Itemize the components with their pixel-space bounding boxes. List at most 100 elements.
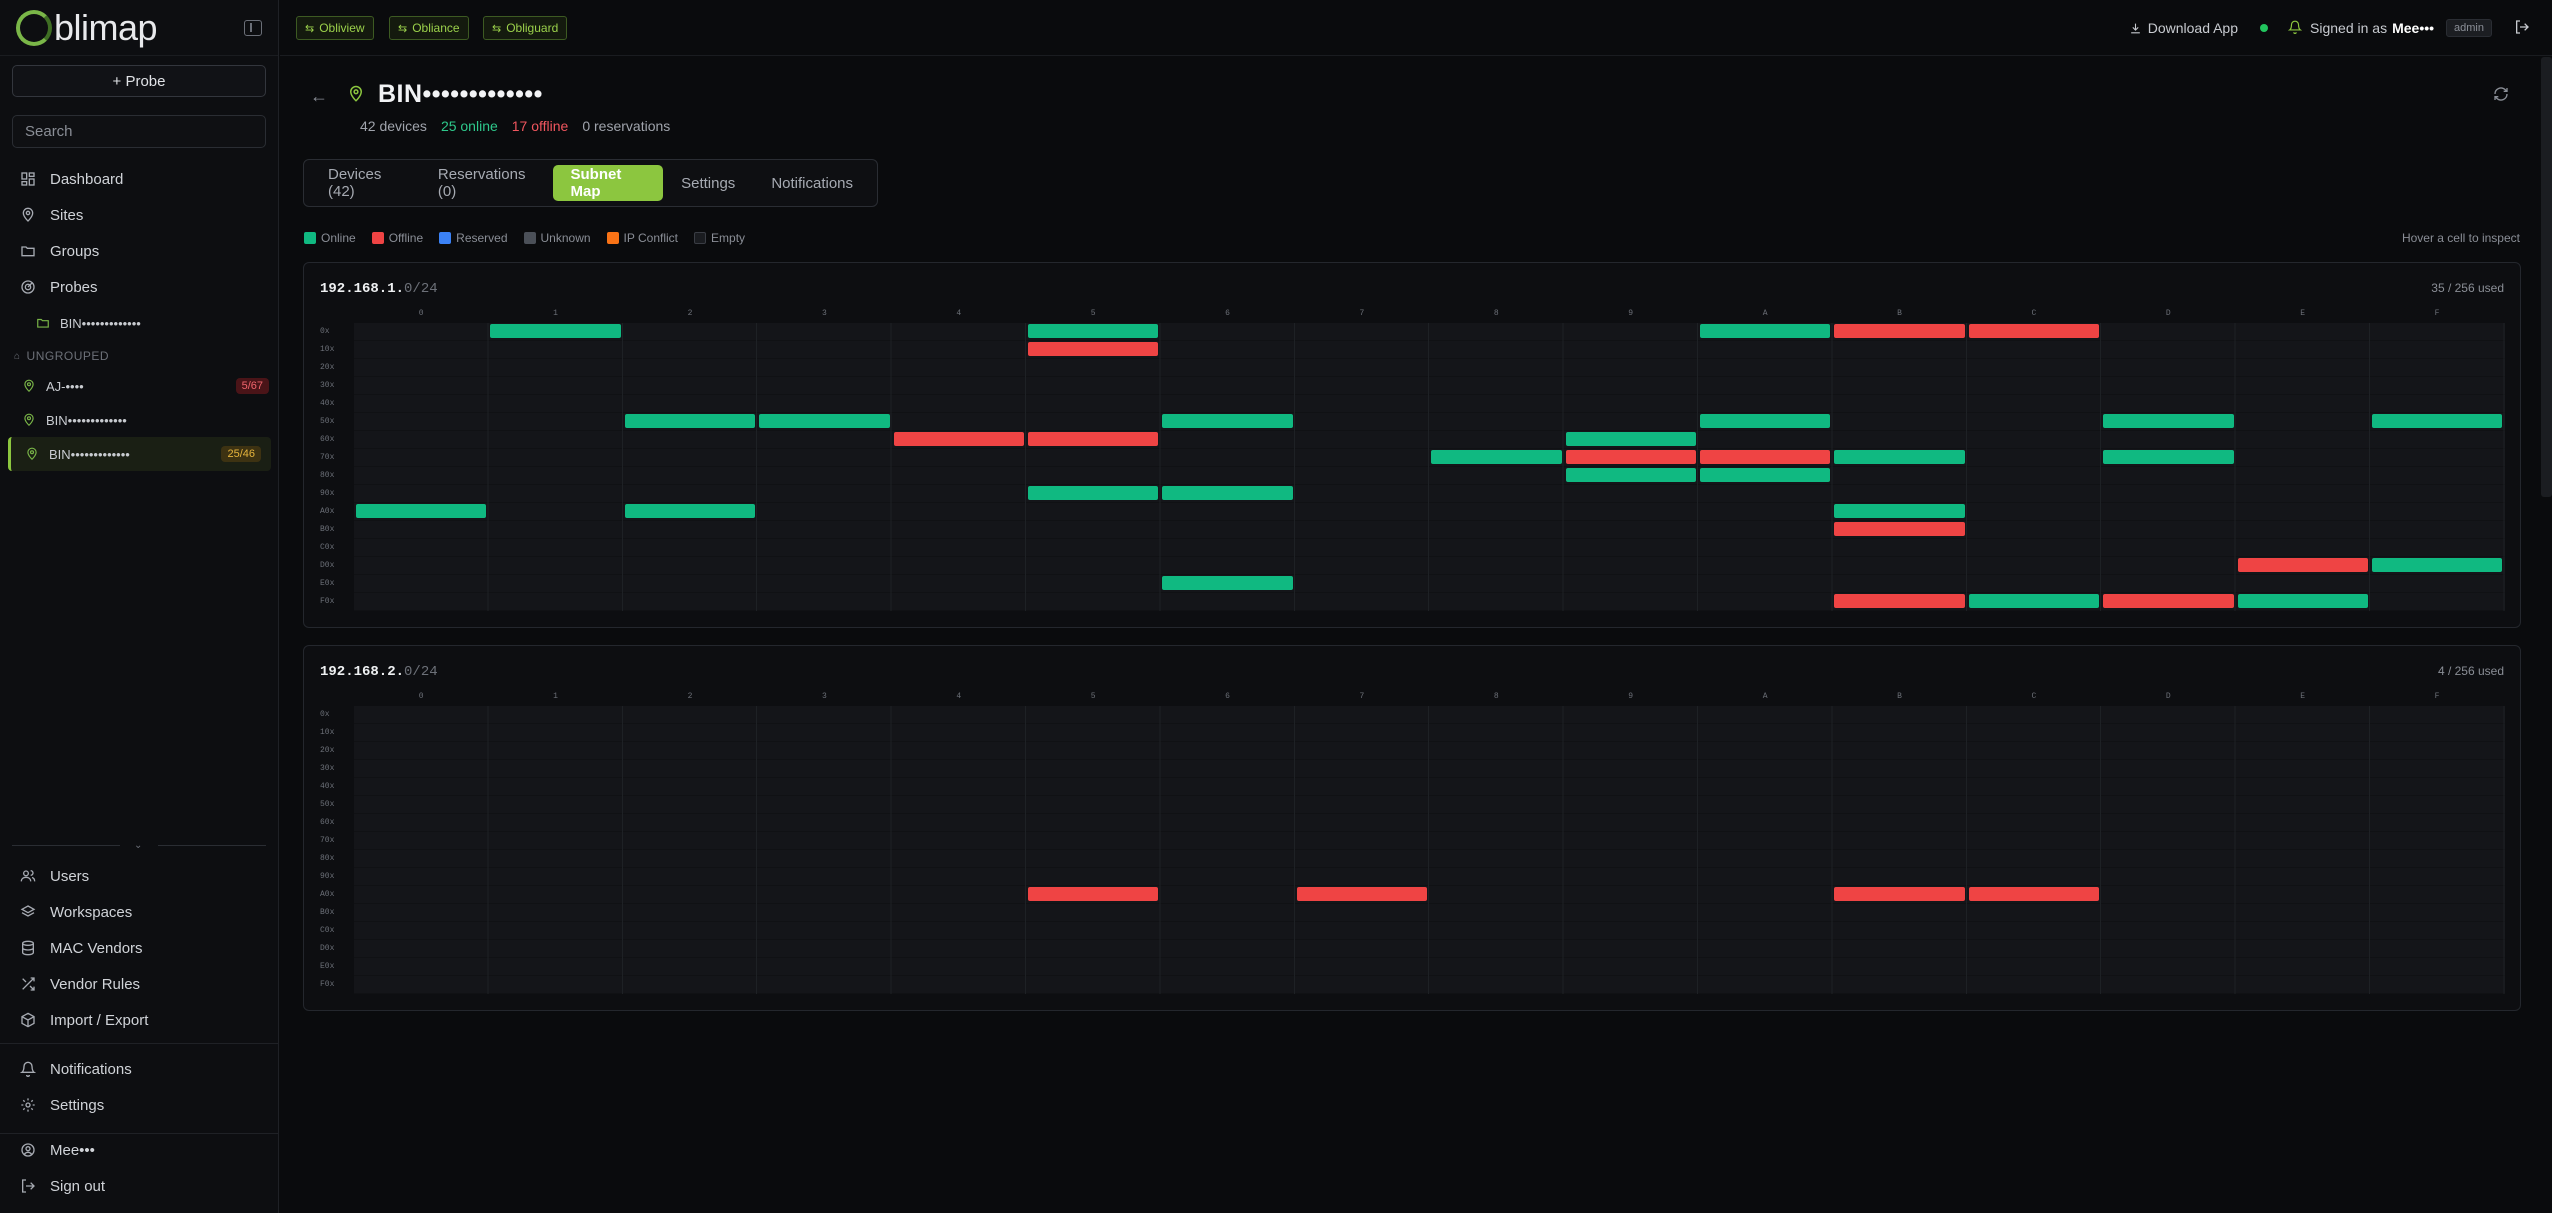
nav-vendor-rules[interactable]: Vendor Rules bbox=[0, 966, 279, 1002]
ip-cell-offline[interactable] bbox=[1968, 887, 2100, 901]
tab-subnet-map[interactable]: Subnet Map bbox=[552, 165, 664, 201]
refresh-icon[interactable] bbox=[2493, 86, 2509, 102]
app-switch-obliview[interactable]: ⇆ Obliview bbox=[296, 16, 374, 40]
add-probe-button[interactable]: + Probe bbox=[12, 65, 266, 97]
ip-cell-online[interactable] bbox=[1968, 594, 2100, 608]
ip-cell-online[interactable] bbox=[624, 504, 756, 518]
logo-o-icon bbox=[16, 9, 52, 46]
back-arrow-icon[interactable]: ← bbox=[310, 86, 328, 107]
nav-account[interactable]: Mee••• bbox=[0, 1132, 279, 1168]
account-nav: Mee••• Sign out bbox=[0, 1132, 279, 1204]
nav-dashboard[interactable]: Dashboard bbox=[0, 161, 279, 197]
grid-col-header: B bbox=[1897, 309, 1902, 318]
legend-label: Unknown bbox=[540, 231, 591, 245]
grid-row-header: D0x bbox=[320, 944, 335, 953]
ip-cell-offline[interactable] bbox=[2103, 594, 2234, 608]
ip-cell-offline[interactable] bbox=[1834, 887, 1965, 901]
ip-cell-online[interactable] bbox=[1162, 576, 1293, 590]
site-item-active[interactable]: BIN••••••••••••• 25/46 bbox=[8, 437, 271, 471]
ip-cell-offline[interactable] bbox=[1968, 324, 2100, 338]
ip-cell-online[interactable] bbox=[1028, 486, 1159, 500]
site-item[interactable]: BIN••••••••••••• bbox=[0, 403, 279, 437]
ip-cell-offline[interactable] bbox=[1296, 887, 1428, 901]
nav-notifications[interactable]: Notifications bbox=[0, 1051, 279, 1087]
site-name: BIN••••••••••••• bbox=[49, 446, 130, 462]
ip-cell-online[interactable] bbox=[1834, 450, 1965, 464]
legend-swatch bbox=[606, 232, 619, 244]
ip-cell-offline[interactable] bbox=[2237, 558, 2368, 572]
ip-cell-offline[interactable] bbox=[1700, 450, 1831, 464]
ip-cell-online[interactable] bbox=[2237, 594, 2368, 608]
chevron-down-icon: ⌄ bbox=[134, 840, 143, 851]
ip-cell-offline[interactable] bbox=[1565, 450, 1696, 464]
logout-icon[interactable] bbox=[2514, 19, 2530, 38]
user-circle-icon bbox=[20, 1142, 36, 1158]
ip-cell-online[interactable] bbox=[1834, 504, 1965, 518]
layers-icon bbox=[20, 904, 36, 920]
site-item[interactable]: AJ-•••• 5/67 bbox=[0, 369, 279, 403]
nav-probes[interactable]: Probes bbox=[0, 269, 279, 305]
nav-groups[interactable]: Groups bbox=[0, 233, 279, 269]
app-logo[interactable]: blimap bbox=[16, 7, 158, 49]
grid-col-header: 8 bbox=[1493, 309, 1499, 318]
grid-row-header: 50x bbox=[320, 417, 335, 426]
grid-col-header: 6 bbox=[1225, 692, 1230, 701]
ip-cell-online[interactable] bbox=[759, 414, 890, 428]
ip-cell-offline[interactable] bbox=[1834, 522, 1965, 536]
nav-settings[interactable]: Settings bbox=[0, 1087, 279, 1123]
nav-label: Sites bbox=[50, 206, 84, 224]
ip-cell-offline[interactable] bbox=[1028, 432, 1159, 446]
app-switch-obliguard[interactable]: ⇆ Obliguard bbox=[483, 16, 568, 40]
bell-icon[interactable] bbox=[2287, 20, 2310, 37]
ip-cell-online[interactable] bbox=[1162, 414, 1293, 428]
nav-mac-vendors[interactable]: MAC Vendors bbox=[0, 930, 279, 966]
page-scrollbar[interactable] bbox=[2541, 57, 2552, 497]
ip-cell-online[interactable] bbox=[356, 504, 487, 518]
ip-cell-online[interactable] bbox=[1565, 468, 1696, 482]
sidebar-search-input[interactable]: Search bbox=[12, 115, 266, 148]
ip-cell-online[interactable] bbox=[1431, 450, 1562, 464]
ip-cell-online[interactable] bbox=[1162, 486, 1293, 500]
pin-icon bbox=[22, 413, 36, 427]
nav-workspaces[interactable]: Workspaces bbox=[0, 894, 279, 930]
grid-col-header: A bbox=[1762, 692, 1768, 701]
tab-settings[interactable]: Settings bbox=[663, 165, 753, 201]
ip-cell-online[interactable] bbox=[1700, 324, 1831, 338]
ip-cell-online[interactable] bbox=[2372, 414, 2503, 428]
ip-cell-online[interactable] bbox=[1700, 414, 1831, 428]
grid-row-header: 80x bbox=[320, 471, 335, 480]
app-chip-label: Obliguard bbox=[506, 21, 559, 35]
device-count: 42 devices bbox=[360, 118, 427, 134]
home-icon: ⌂ bbox=[14, 350, 21, 362]
ip-cell-offline[interactable] bbox=[1834, 594, 1965, 608]
ip-cell-online[interactable] bbox=[490, 324, 621, 338]
app-switch-obliance[interactable]: ⇆ Obliance bbox=[389, 16, 469, 40]
nav-sites[interactable]: Sites bbox=[0, 197, 279, 233]
ip-cell-offline[interactable] bbox=[893, 432, 1024, 446]
ip-cell-online[interactable] bbox=[1700, 468, 1831, 482]
nav-users[interactable]: Users bbox=[0, 858, 279, 894]
grid-col-header: 1 bbox=[553, 692, 558, 701]
tab-reservations[interactable]: Reservations (0) bbox=[420, 165, 553, 201]
role-badge: admin bbox=[2446, 19, 2492, 37]
ip-cell-online[interactable] bbox=[624, 414, 756, 428]
ip-cell-online[interactable] bbox=[2372, 558, 2503, 572]
probe-sub-item[interactable]: BIN••••••••••••• bbox=[0, 308, 279, 338]
tab-devices[interactable]: Devices (42) bbox=[310, 165, 420, 201]
ip-cell-offline[interactable] bbox=[1028, 342, 1159, 356]
ip-cell-online[interactable] bbox=[2103, 414, 2234, 428]
online-count: 25 online bbox=[440, 118, 498, 134]
admin-divider[interactable]: ⌄ bbox=[12, 840, 266, 851]
ip-cell-online[interactable] bbox=[1565, 432, 1696, 446]
ip-cell-online[interactable] bbox=[1028, 324, 1159, 338]
ip-cell-offline[interactable] bbox=[1834, 324, 1965, 338]
app-chip-label: Obliance bbox=[412, 21, 460, 35]
nav-import-export[interactable]: Import / Export bbox=[0, 1002, 279, 1038]
subnet-usage: 35 / 256 used bbox=[2431, 281, 2504, 295]
ip-cell-online[interactable] bbox=[2103, 450, 2234, 464]
tab-notifications[interactable]: Notifications bbox=[753, 165, 871, 201]
download-app-link[interactable]: Download App bbox=[2129, 20, 2238, 36]
nav-sign-out[interactable]: Sign out bbox=[0, 1168, 279, 1204]
ip-cell-offline[interactable] bbox=[1028, 887, 1159, 901]
sidebar-collapse-icon[interactable] bbox=[244, 19, 262, 36]
